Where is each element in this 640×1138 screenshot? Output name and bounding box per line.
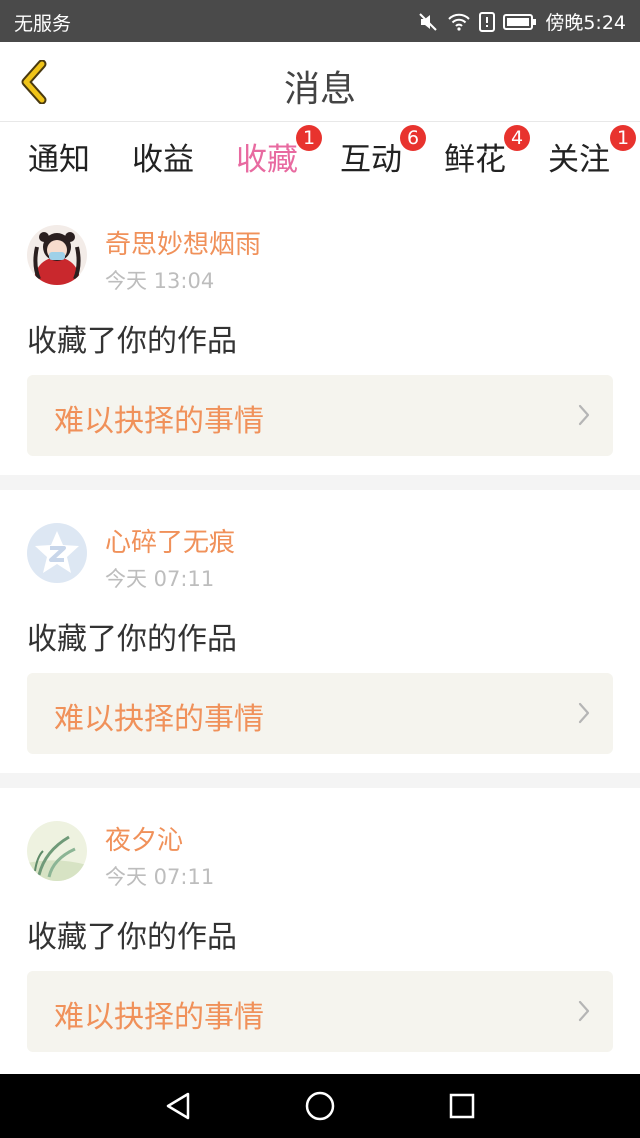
divider — [0, 475, 640, 490]
username[interactable]: 夜夕沁 — [105, 820, 183, 857]
username[interactable]: 奇思妙想烟雨 — [105, 224, 261, 261]
timestamp: 今天 07:11 — [105, 865, 215, 889]
tab-badge: 4 — [504, 125, 530, 151]
tab-earnings[interactable]: 收益 — [118, 134, 208, 190]
tab-label: 收藏 — [236, 142, 298, 178]
header: 消息 — [0, 42, 640, 122]
tab-bar: 通知 收益 收藏 1 互动 6 鲜花 4 关注 1 — [0, 122, 640, 196]
timestamp: 今天 13:04 — [105, 269, 215, 293]
nav-back-button[interactable] — [158, 1086, 198, 1126]
work-link[interactable]: 难以抉择的事情 — [27, 375, 613, 456]
clock-text: 傍晚5:24 — [545, 12, 626, 34]
action-text: 收藏了你的作品 — [27, 920, 237, 955]
action-text: 收藏了你的作品 — [27, 324, 237, 359]
timestamp: 今天 07:11 — [105, 567, 215, 591]
tab-badge: 1 — [610, 125, 636, 151]
list-item: 夜夕沁 今天 07:11 收藏了你的作品 难以抉择的事情 — [0, 788, 640, 1071]
avatar[interactable] — [27, 225, 87, 285]
wifi-icon — [447, 12, 471, 32]
nav-recents-icon — [449, 1093, 475, 1119]
list-item: 心碎了无痕 今天 07:11 收藏了你的作品 难以抉择的事情 — [0, 490, 640, 773]
page-title: 消息 — [283, 69, 356, 110]
nav-home-icon — [305, 1091, 335, 1121]
list-item: 奇思妙想烟雨 今天 13:04 收藏了你的作品 难以抉择的事情 — [0, 192, 640, 475]
work-title: 难以抉择的事情 — [54, 702, 264, 737]
tab-favorites[interactable]: 收藏 1 — [222, 125, 322, 196]
mute-icon — [417, 11, 439, 33]
work-title: 难以抉择的事情 — [54, 1000, 264, 1035]
carrier-text: 无服务 — [14, 13, 72, 35]
message-list: 奇思妙想烟雨 今天 13:04 收藏了你的作品 难以抉择的事情 心碎了无痕 今天… — [0, 192, 640, 1071]
status-icons: 傍晚5:24 — [417, 8, 626, 35]
tab-badge: 6 — [400, 125, 426, 151]
divider — [0, 773, 640, 788]
work-title: 难以抉择的事情 — [54, 404, 264, 439]
avatar[interactable] — [27, 821, 87, 881]
action-text: 收藏了你的作品 — [27, 622, 237, 657]
chevron-right-icon — [578, 1000, 590, 1022]
tab-badge: 1 — [296, 125, 322, 151]
work-link[interactable]: 难以抉择的事情 — [27, 673, 613, 754]
status-bar: 无服务 傍晚5:24 — [0, 0, 640, 42]
avatar[interactable] — [27, 523, 87, 583]
tab-notifications[interactable]: 通知 — [14, 134, 104, 190]
tab-label: 收益 — [132, 142, 194, 178]
system-nav-bar — [0, 1074, 640, 1138]
nav-back-icon — [166, 1092, 190, 1120]
tab-label: 鲜花 — [444, 142, 506, 178]
tab-follows[interactable]: 关注 1 — [534, 125, 636, 190]
tab-label: 关注 — [548, 142, 610, 178]
nav-recents-button[interactable] — [442, 1086, 482, 1126]
chevron-right-icon — [578, 702, 590, 724]
work-link[interactable]: 难以抉择的事情 — [27, 971, 613, 1052]
battery-icon — [503, 13, 537, 31]
sim-alert-icon — [479, 11, 496, 32]
tab-flowers[interactable]: 鲜花 4 — [430, 125, 530, 190]
chevron-right-icon — [578, 404, 590, 426]
username[interactable]: 心碎了无痕 — [105, 522, 235, 559]
tab-label: 互动 — [340, 142, 402, 178]
tab-interactions[interactable]: 互动 6 — [326, 125, 426, 190]
tab-label: 通知 — [28, 142, 90, 178]
nav-home-button[interactable] — [300, 1086, 340, 1126]
